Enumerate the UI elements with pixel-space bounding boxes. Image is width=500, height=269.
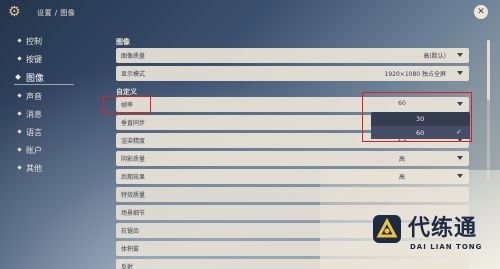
chevron-down-icon xyxy=(457,174,463,178)
section-title-image: 图像 xyxy=(116,38,130,46)
watermark-title: 代练通 xyxy=(408,216,478,241)
setting-row-shadow-quality[interactable]: 阴影质量 高 xyxy=(116,151,469,166)
sidebar-item-keys[interactable]: 按键 xyxy=(17,54,42,65)
sidebar-item-control[interactable]: 控制 xyxy=(17,36,42,47)
row-label: 显示模式 xyxy=(121,71,146,78)
close-icon: ✕ xyxy=(477,7,485,17)
sidebar-item-image[interactable]: 图像 xyxy=(15,71,44,84)
row-value: 1920×1080 独占全屏 xyxy=(384,71,446,78)
sidebar-selection-line xyxy=(14,84,74,85)
row-label: 渲染精度 xyxy=(121,138,146,145)
setting-row-reflection[interactable]: 反射 xyxy=(116,259,469,269)
gear-icon: ⚙ xyxy=(8,4,21,20)
setting-row-post-effects[interactable]: 后期效果 高 xyxy=(116,169,469,184)
highlight-frame-rate-dropdown xyxy=(362,92,472,142)
setting-row-display-mode[interactable]: 显示模式 1920×1080 独占全屏 xyxy=(116,66,469,81)
scrollbar-thumb[interactable] xyxy=(487,40,490,100)
highlight-frame-rate-label xyxy=(103,96,151,114)
setting-row-image-quality[interactable]: 图像质量 高(默认) xyxy=(116,48,469,63)
row-value: 高 xyxy=(398,156,405,163)
close-button[interactable]: ✕ xyxy=(474,5,488,19)
sidebar-item-language[interactable]: 语言 xyxy=(17,127,42,138)
row-label: 体积雾 xyxy=(121,246,140,253)
row-label: 抗锯齿 xyxy=(121,228,140,235)
chevron-down-icon xyxy=(457,53,463,57)
row-label: 垂直同步 xyxy=(121,120,146,127)
row-label: 阴影质量 xyxy=(121,156,146,163)
row-label: 后期效果 xyxy=(121,174,146,181)
row-label: 特效质量 xyxy=(121,192,146,199)
row-label: 图像质量 xyxy=(121,53,146,60)
watermark-subtitle: DAI LIAN TONG xyxy=(410,243,483,251)
row-value: 高(默认) xyxy=(423,53,446,60)
setting-row-effect-quality[interactable]: 特效质量 xyxy=(116,187,469,202)
row-value: 高 xyxy=(398,174,405,181)
sidebar-item-messages[interactable]: 消息 xyxy=(17,109,42,120)
row-label: 场景细节 xyxy=(121,210,146,217)
breadcrumb: 设置 / 图像 xyxy=(37,9,76,17)
chevron-down-icon xyxy=(457,156,463,160)
sidebar-item-sound[interactable]: 声音 xyxy=(17,91,42,102)
row-label: 反射 xyxy=(121,264,134,269)
chevron-down-icon xyxy=(457,71,463,75)
sidebar-item-other[interactable]: 其他 xyxy=(17,163,42,174)
sidebar-item-account[interactable]: 账户 xyxy=(17,145,42,156)
watermark-logo-icon xyxy=(373,215,401,243)
